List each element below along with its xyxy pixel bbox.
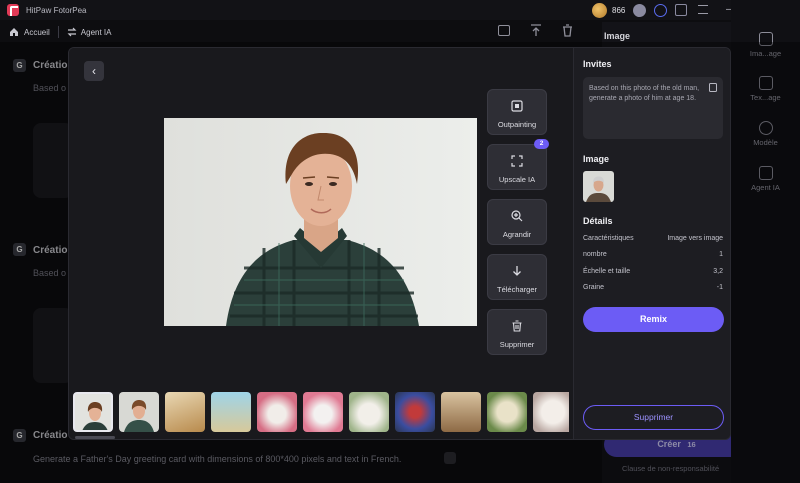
outpainting-icon <box>511 100 523 112</box>
delete-action-label: Supprimer <box>499 340 535 349</box>
coin-icon <box>592 3 607 18</box>
messages-icon[interactable] <box>675 4 687 16</box>
thumbnail-strip <box>73 392 569 434</box>
prompt-box: Based on this photo of the old man, gene… <box>583 77 723 139</box>
copy-icon[interactable] <box>709 83 717 92</box>
detail-label: Échelle et taille <box>583 268 631 275</box>
back-button[interactable]: ‹ <box>84 61 104 81</box>
menu-icon[interactable] <box>698 5 708 14</box>
download-button[interactable]: Télécharger <box>487 254 547 300</box>
trash-icon <box>512 320 522 332</box>
panel-header: Image <box>604 31 631 41</box>
preview-area: ‹ Outpainting Upscale IA 2 Agrandir Télé… <box>69 48 573 439</box>
outpainting-button[interactable]: Outpainting <box>487 89 547 135</box>
upscale-label: Upscale IA <box>498 175 536 184</box>
details-title: Détails <box>583 216 613 226</box>
thumbnail[interactable] <box>533 392 569 432</box>
portrait-image <box>164 118 477 326</box>
upscale-icon <box>511 155 523 167</box>
upload-icon[interactable] <box>530 24 542 37</box>
recharge-icon[interactable] <box>633 4 646 17</box>
thumbnail[interactable] <box>165 392 205 432</box>
detail-row: Échelle et taille 3,2 <box>583 268 723 280</box>
remix-button[interactable]: Remix <box>583 307 724 332</box>
thumbnail[interactable] <box>119 392 159 432</box>
detail-value: Image vers image <box>667 235 723 242</box>
zoom-label: Agrandir <box>502 230 532 239</box>
agent-label: Agent IA <box>80 27 112 37</box>
delete-action-button[interactable]: Supprimer <box>487 309 547 355</box>
app-window: HitPaw FotorPea 866 — □ ✕ Accueil Agent … <box>0 0 800 483</box>
zoom-in-icon <box>511 210 523 222</box>
detail-row: Caractéristiques Image vers image <box>583 235 723 247</box>
compare-icon[interactable] <box>498 25 510 36</box>
app-title: HitPaw FotorPea <box>26 5 87 15</box>
thumbnail-scrollbar[interactable] <box>75 436 115 439</box>
upscale-badge: 2 <box>534 139 549 149</box>
thumbnail[interactable] <box>395 392 435 432</box>
credits-count: 866 <box>612 6 626 15</box>
app-logo-icon <box>7 4 19 16</box>
home-icon <box>10 28 18 36</box>
reference-image[interactable] <box>583 171 614 202</box>
upscale-button[interactable]: Upscale IA <box>487 144 547 190</box>
trash-icon[interactable] <box>562 24 573 37</box>
detail-label: Caractéristiques <box>583 235 634 242</box>
detail-value: -1 <box>716 284 723 291</box>
generated-image <box>164 118 477 326</box>
thumbnail[interactable] <box>303 392 343 432</box>
thumbnail-selected[interactable] <box>73 392 113 432</box>
delete-button[interactable]: Supprimer <box>583 405 724 430</box>
top-toolbar: Accueil Agent IA <box>0 22 600 42</box>
image-preview-modal: ‹ Outpainting Upscale IA 2 Agrandir Télé… <box>68 47 731 440</box>
detail-row: Graine -1 <box>583 284 723 296</box>
download-label: Télécharger <box>496 285 538 294</box>
outpainting-label: Outpainting <box>497 120 537 129</box>
toolbar-divider <box>57 26 59 38</box>
swap-icon <box>67 27 77 37</box>
home-label: Accueil <box>24 27 50 37</box>
thumbnail[interactable] <box>257 392 297 432</box>
home-tab[interactable]: Accueil <box>9 27 50 37</box>
detail-label: Graine <box>583 284 605 291</box>
thumbnail[interactable] <box>349 392 389 432</box>
detail-label: nombre <box>583 251 607 258</box>
image-title: Image <box>583 154 610 164</box>
prompt-text: Based on this photo of the old man, gene… <box>589 85 700 102</box>
download-icon <box>513 266 521 276</box>
zoom-button[interactable]: Agrandir <box>487 199 547 245</box>
prompts-title: Invites <box>583 59 612 69</box>
detail-value: 3,2 <box>713 268 723 275</box>
thumbnail[interactable] <box>441 392 481 432</box>
thumbnail[interactable] <box>211 392 251 432</box>
detail-row: nombre 1 <box>583 251 723 263</box>
agent-tab[interactable]: Agent IA <box>67 27 112 37</box>
detail-value: 1 <box>719 251 723 258</box>
account-icon[interactable] <box>654 4 667 17</box>
details-panel: Invites Based on this photo of the old m… <box>573 48 730 439</box>
thumbnail[interactable] <box>487 392 527 432</box>
